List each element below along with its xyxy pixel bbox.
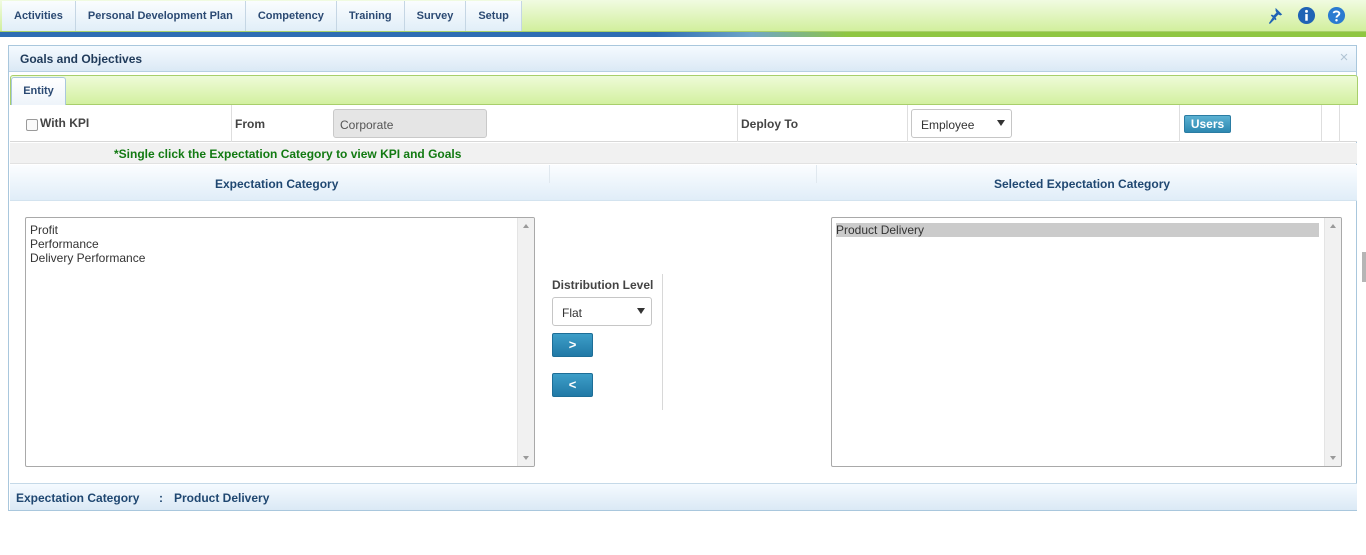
header-divider xyxy=(816,165,817,183)
current-category-footer: Expectation Category : Product Delivery xyxy=(10,483,1357,510)
chevron-down-icon xyxy=(997,120,1005,126)
remove-category-button[interactable]: < xyxy=(552,373,593,397)
scroll-up-icon[interactable] xyxy=(1330,224,1336,228)
instruction-row: *Single click the Expectation Category t… xyxy=(10,143,1357,164)
users-button[interactable]: Users xyxy=(1184,115,1231,133)
menu-training[interactable]: Training xyxy=(336,1,405,31)
list-item[interactable]: Performance xyxy=(30,237,534,251)
list-item[interactable]: Delivery Performance xyxy=(30,251,534,265)
menu-survey[interactable]: Survey xyxy=(404,1,467,31)
with-kpi-cell: With KPI xyxy=(10,105,232,142)
list-item[interactable]: Profit xyxy=(30,223,534,237)
close-icon[interactable]: × xyxy=(1337,50,1351,66)
expectation-category-list[interactable]: Profit Performance Delivery Performance xyxy=(25,217,535,467)
distribution-level-label: Distribution Level xyxy=(552,278,654,292)
selected-expectation-category-heading: Selected Expectation Category xyxy=(994,177,1171,191)
from-readonly-field: Corporate xyxy=(333,109,487,138)
expectation-category-heading: Expectation Category xyxy=(215,177,339,191)
deploy-to-selected-value: Employee xyxy=(921,118,975,132)
top-navigation: Activities Personal Development Plan Com… xyxy=(0,0,1366,32)
tab-entity[interactable]: Entity xyxy=(11,77,66,105)
scroll-up-icon[interactable] xyxy=(523,224,529,228)
help-icon[interactable] xyxy=(1327,6,1346,25)
from-label: From xyxy=(235,117,265,131)
spacer-cell xyxy=(1322,105,1340,142)
info-icon[interactable] xyxy=(1297,6,1316,25)
menu-personal-development-plan[interactable]: Personal Development Plan xyxy=(75,1,246,31)
add-category-button[interactable]: > xyxy=(552,333,593,357)
with-kpi-label: With KPI xyxy=(40,116,90,130)
menu-setup[interactable]: Setup xyxy=(466,1,522,31)
entity-form-row: With KPI From Corporate Deploy To Employ… xyxy=(10,105,1357,142)
tab-bar: Entity xyxy=(10,75,1358,105)
menu-activities[interactable]: Activities xyxy=(2,1,76,31)
header-accent-stripe xyxy=(0,32,1366,37)
deploy-to-cell: Deploy To xyxy=(738,105,908,142)
goals-objectives-panel: Goals and Objectives × Entity With KPI F… xyxy=(8,45,1358,511)
footer-separator: : xyxy=(159,491,163,505)
footer-value: Product Delivery xyxy=(174,491,270,505)
scroll-down-icon[interactable] xyxy=(1330,456,1336,460)
scroll-down-icon[interactable] xyxy=(523,456,529,460)
page-scroll-thumb[interactable] xyxy=(1362,252,1366,282)
selected-expectation-category-list[interactable]: Product Delivery xyxy=(831,217,1342,467)
category-column-header: Expectation Category Selected Expectatio… xyxy=(10,165,1357,201)
with-kpi-checkbox[interactable] xyxy=(26,119,38,131)
chevron-down-icon xyxy=(637,308,645,314)
main-menu: Activities Personal Development Plan Com… xyxy=(2,1,522,31)
pin-icon[interactable] xyxy=(1267,6,1286,25)
deploy-to-select[interactable]: Employee xyxy=(911,109,1012,138)
panel-title: Goals and Objectives xyxy=(20,52,143,66)
distribution-level-value: Flat xyxy=(562,306,583,320)
scrollbar[interactable] xyxy=(517,218,534,466)
menu-competency[interactable]: Competency xyxy=(245,1,337,31)
header-divider xyxy=(549,165,550,183)
nav-icon-group xyxy=(1267,6,1346,25)
footer-label: Expectation Category xyxy=(16,491,140,505)
scrollbar[interactable] xyxy=(1324,218,1341,466)
list-item[interactable]: Product Delivery xyxy=(836,223,1319,237)
distribution-level-select[interactable]: Flat xyxy=(552,297,652,326)
distribution-controls: Distribution Level Flat > < xyxy=(550,274,663,410)
panel-header: Goals and Objectives × xyxy=(9,46,1356,72)
deploy-to-label: Deploy To xyxy=(741,117,799,131)
instruction-note: *Single click the Expectation Category t… xyxy=(114,147,462,161)
